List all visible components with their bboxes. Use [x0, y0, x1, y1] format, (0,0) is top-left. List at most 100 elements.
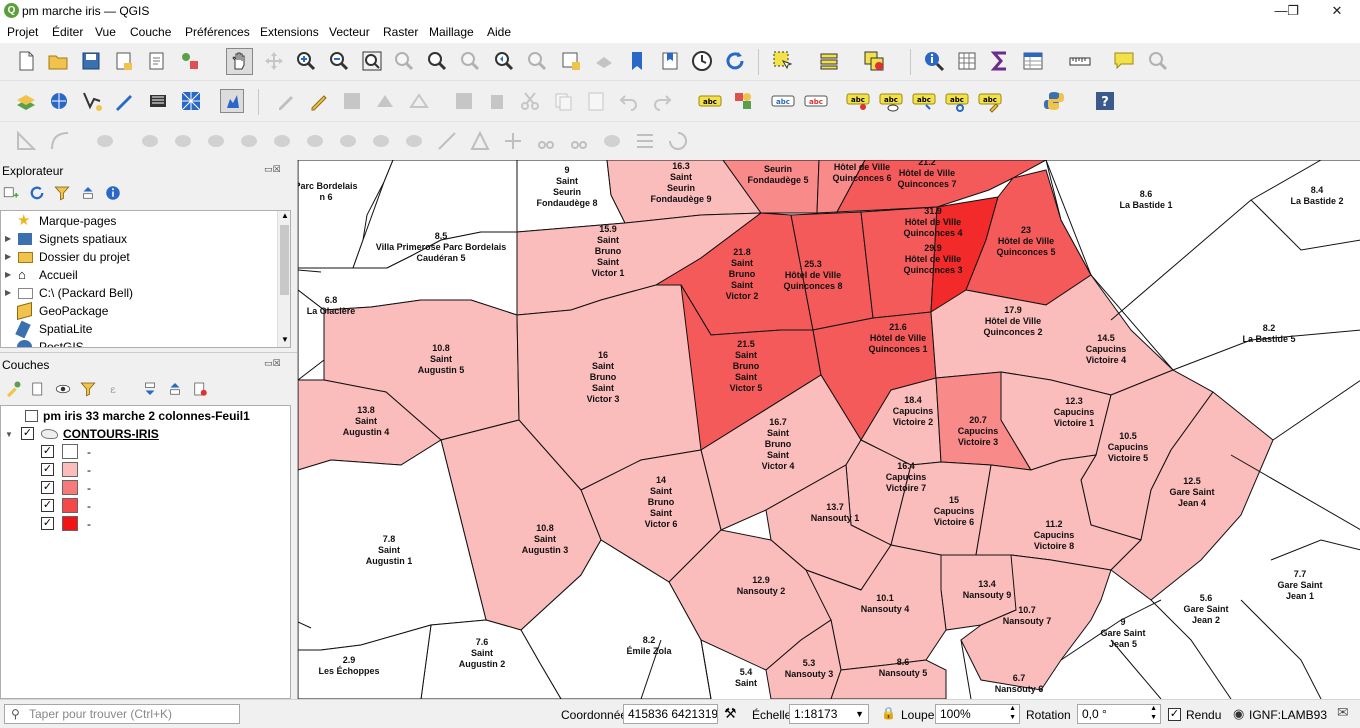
menu-extensions[interactable]: Extensions — [260, 25, 319, 39]
lock-scale-icon[interactable]: 🔒 — [881, 706, 896, 720]
legend-class-checkbox[interactable]: ✓ — [41, 445, 54, 458]
rotation-field[interactable]: 0,0 ° ▲ ▼ — [1077, 704, 1161, 724]
reverse-line-icon[interactable] — [336, 129, 360, 153]
zoom-in-icon[interactable] — [294, 49, 318, 73]
data-source-manager-icon[interactable] — [14, 89, 38, 113]
expand-all-icon[interactable] — [141, 380, 159, 398]
filter-browser-icon[interactable] — [53, 184, 71, 202]
copy-features-icon[interactable] — [551, 89, 575, 113]
filter-legend-icon[interactable] — [79, 380, 97, 398]
select-features-icon[interactable] — [771, 49, 795, 73]
new-shapefile-icon[interactable] — [80, 89, 104, 113]
locator-icon[interactable] — [1146, 49, 1170, 73]
new-bookmark-icon[interactable] — [625, 49, 649, 73]
collapse-all-icon[interactable] — [166, 380, 184, 398]
deselect-all-icon[interactable] — [862, 49, 886, 73]
move-label-icon[interactable]: abc — [912, 89, 936, 113]
open-field-calculator-icon[interactable] — [955, 49, 979, 73]
merge-features-icon[interactable] — [468, 129, 492, 153]
rotate-label-icon[interactable]: abc — [945, 89, 969, 113]
new-project-icon[interactable] — [14, 49, 38, 73]
zoom-last-icon[interactable] — [492, 49, 516, 73]
change-label-icon[interactable]: abc — [978, 89, 1002, 113]
new-3d-view-icon[interactable] — [592, 49, 616, 73]
digitize-icon[interactable] — [373, 89, 397, 113]
merge-attributes-icon[interactable] — [501, 129, 525, 153]
pan-to-selection-icon[interactable] — [262, 49, 286, 73]
delete-ring-icon[interactable] — [204, 129, 228, 153]
select-by-value-icon[interactable] — [817, 49, 841, 73]
delete-part-icon[interactable] — [237, 129, 261, 153]
layer-item-contours-iris[interactable]: ▼ ✓ CONTOURS-IRIS — [1, 425, 290, 443]
filter-by-expression-icon[interactable]: ε — [104, 380, 122, 398]
pin-labels-icon[interactable]: abc — [846, 89, 870, 113]
zoom-to-layer-icon[interactable] — [425, 49, 449, 73]
redo-icon[interactable] — [650, 89, 674, 113]
temporal-controller-icon[interactable] — [690, 49, 714, 73]
coordinate-field[interactable]: 415836 6421319 — [623, 704, 718, 724]
vertex-tool-icon[interactable] — [407, 89, 431, 113]
split-features-icon[interactable] — [402, 129, 426, 153]
show-bookmarks-icon[interactable] — [658, 49, 682, 73]
modify-attributes-icon[interactable] — [452, 89, 476, 113]
add-selected-layers-icon[interactable] — [2, 184, 20, 202]
legend-class-checkbox[interactable]: ✓ — [41, 481, 54, 494]
menu-editer[interactable]: Éditer — [52, 25, 83, 39]
panel-float-close-icon[interactable]: ▭☒ — [264, 164, 281, 175]
help-icon[interactable]: ? — [1093, 89, 1117, 113]
layer-visibility-checkbox[interactable]: ✓ — [21, 427, 34, 440]
show-hide-labels-icon[interactable]: abc — [879, 89, 903, 113]
simplify-icon[interactable] — [567, 129, 591, 153]
panel-float-close-icon[interactable]: ▭☒ — [264, 358, 281, 369]
diagram-options-icon[interactable] — [731, 89, 755, 113]
browser-item-drive-c[interactable]: ▶ C:\ (Packard Bell) — [1, 284, 290, 302]
save-edits-icon[interactable] — [340, 89, 364, 113]
refresh-icon[interactable] — [28, 184, 46, 202]
python-console-icon[interactable] — [1042, 89, 1066, 113]
legend-class-row[interactable]: ✓ - — [1, 479, 290, 497]
new-geopackage-icon[interactable] — [47, 89, 71, 113]
label-highlight-icon[interactable]: abc — [804, 89, 828, 113]
label-tool-icon[interactable]: abc — [698, 89, 722, 113]
menu-projet[interactable]: Projet — [7, 25, 38, 39]
layout-manager-icon[interactable] — [145, 49, 169, 73]
menu-maillage[interactable]: Maillage — [429, 25, 474, 39]
browser-item-home[interactable]: ▶ ⌂ Accueil — [1, 266, 290, 284]
menu-preferences[interactable]: Préférences — [185, 25, 250, 39]
messages-icon[interactable]: ✉ — [1337, 704, 1349, 721]
rotate-features-icon[interactable] — [666, 129, 690, 153]
current-edits-icon[interactable] — [274, 89, 298, 113]
measure-line-icon[interactable] — [1068, 49, 1092, 73]
new-temporary-layer-icon[interactable] — [112, 89, 136, 113]
menu-aide[interactable]: Aide — [487, 25, 511, 39]
paste-features-icon[interactable] — [584, 89, 608, 113]
zoom-to-selection-icon[interactable] — [392, 49, 416, 73]
open-project-icon[interactable] — [46, 49, 70, 73]
map-canvas[interactable]: 9 Saint Seurin Fondaudège 8 16.3 Saint Seurin F… — [297, 160, 1360, 699]
pan-map-icon[interactable] — [226, 48, 253, 75]
expand-arrow-icon[interactable]: ▶ — [5, 284, 11, 302]
zoom-next-icon[interactable] — [525, 49, 549, 73]
legend-class-row[interactable]: ✓ - — [1, 443, 290, 461]
zoom-full-icon[interactable] — [360, 49, 384, 73]
curve-tool-icon[interactable] — [48, 129, 72, 153]
manage-map-themes-icon[interactable] — [54, 380, 72, 398]
undo-icon[interactable] — [617, 89, 641, 113]
digitize-angle-icon[interactable] — [14, 129, 38, 153]
scale-dropdown-icon[interactable]: ▼ — [855, 705, 864, 723]
toggle-editing-icon[interactable] — [220, 89, 244, 113]
browser-item-bookmarks[interactable]: ★ Marque-pages — [1, 212, 290, 230]
expand-arrow-icon[interactable]: ▶ — [5, 248, 11, 266]
browser-item-geopackage[interactable]: GeoPackage — [1, 301, 290, 321]
copy-move-icon[interactable] — [600, 129, 624, 153]
zoom-native-icon[interactable] — [458, 49, 482, 73]
cut-features-icon[interactable] — [518, 89, 542, 113]
reshape-icon[interactable] — [270, 129, 294, 153]
offset-curve-icon[interactable] — [303, 129, 327, 153]
align-icon[interactable] — [633, 129, 657, 153]
collapse-arrow-icon[interactable]: ▼ — [5, 426, 13, 444]
expand-arrow-icon[interactable]: ▶ — [5, 266, 11, 284]
scale-field[interactable]: 1:18173 ▼ — [789, 704, 869, 724]
zoom-out-icon[interactable] — [327, 49, 351, 73]
browser-item-project-folder[interactable]: ▶ Dossier du projet — [1, 248, 290, 266]
